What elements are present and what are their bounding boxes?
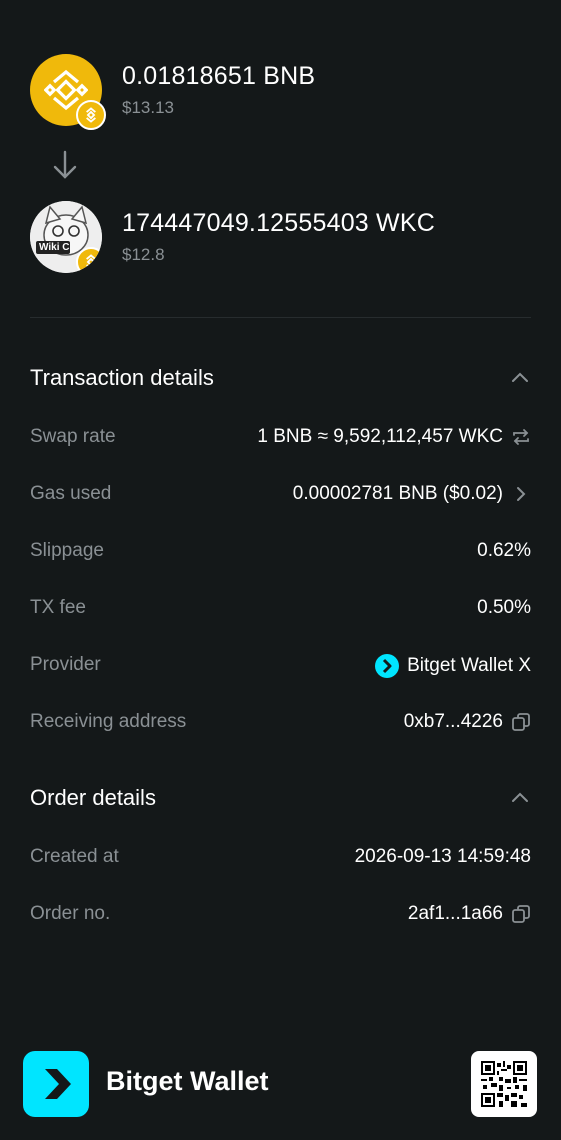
gas-used-text: 0.00002781 BNB ($0.02) [292,483,503,504]
tx-fee-value: 0.50% [477,597,531,618]
collapse-transaction-details-button[interactable] [511,370,529,388]
collapse-order-details-button[interactable] [511,790,529,808]
order-details-title: Order details [30,785,156,810]
qr-code-icon [471,1051,537,1117]
swap-rate-text: 1 BNB ≈ 9,592,112,457 WKC [257,426,503,447]
from-usd-value: $13.13 [122,98,174,117]
order-no-text: 2af1...1a66 [407,903,503,924]
order-no-label: Order no. [30,903,111,924]
bitget-provider-icon [375,654,400,678]
arrow-down-icon [52,150,78,185]
provider-label: Provider [30,654,101,675]
receiving-address-text: 0xb7...4226 [403,711,503,732]
chevron-up-icon [512,792,528,802]
bitget-wallet-logo-icon [23,1051,89,1117]
provider-name: Bitget Wallet X [407,655,531,676]
gas-used-value[interactable]: 0.00002781 BNB ($0.02) [293,483,531,505]
swap-icon[interactable] [511,428,531,446]
to-usd-value: $12.8 [122,245,165,264]
to-amount: 174447049.12555403 WKC [122,209,435,237]
provider-value: Bitget Wallet X [375,654,531,678]
from-amount: 0.01818651 BNB [122,62,316,90]
wikicat-logo-text: Wiki C [39,242,70,253]
slippage-value: 0.62% [477,540,531,561]
bnb-chain-badge-icon [76,247,102,273]
created-at-label: Created at [30,846,119,867]
created-at-value: 2026-09-13 14:59:48 [354,846,531,867]
gas-used-label: Gas used [30,483,112,504]
order-no-value[interactable]: 2af1...1a66 [408,903,531,925]
slippage-label: Slippage [30,540,104,561]
brand-name: Bitget Wallet [106,1066,269,1096]
wikicat-logo-icon: Wiki C [30,201,102,273]
receiving-address-label: Receiving address [30,711,187,732]
copy-icon[interactable] [511,904,531,924]
tx-fee-label: TX fee [30,597,86,618]
bnb-chain-badge-icon [76,100,106,130]
divider [30,317,531,318]
copy-icon[interactable] [511,712,531,732]
receiving-address-value[interactable]: 0xb7...4226 [404,711,531,733]
bnb-logo-icon [30,54,106,130]
swap-rate-value[interactable]: 1 BNB ≈ 9,592,112,457 WKC [257,426,531,448]
swap-rate-label: Swap rate [30,426,116,447]
chevron-right-icon [517,487,526,501]
chevron-up-icon [512,372,528,382]
transaction-details-title: Transaction details [30,365,214,390]
